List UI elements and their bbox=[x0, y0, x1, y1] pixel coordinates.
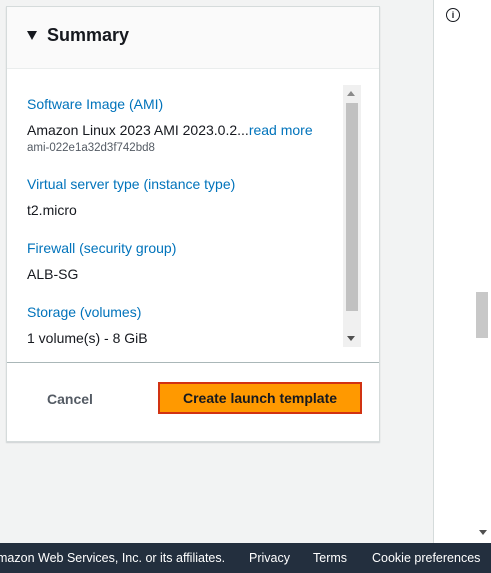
page-scrollbar[interactable] bbox=[475, 0, 491, 543]
instance-type-value: t2.micro bbox=[27, 202, 77, 218]
caret-down-icon[interactable] bbox=[27, 31, 37, 40]
ami-value: Amazon Linux 2023 AMI 2023.0.2...read mo… bbox=[27, 122, 313, 138]
instance-type-label[interactable]: Virtual server type (instance type) bbox=[27, 176, 235, 192]
storage-label[interactable]: Storage (volumes) bbox=[27, 304, 141, 320]
ami-name: Amazon Linux 2023 AMI 2023.0.2... bbox=[27, 122, 249, 138]
scroll-up-arrow-icon[interactable] bbox=[347, 91, 355, 96]
page-scrollbar-thumb[interactable] bbox=[476, 292, 488, 338]
ami-id: ami-022e1a32d3f742bd8 bbox=[27, 142, 155, 154]
ami-label[interactable]: Software Image (AMI) bbox=[27, 96, 163, 112]
scrollbar-thumb[interactable] bbox=[346, 103, 358, 311]
summary-panel: Summary Software Image (AMI) Amazon Linu… bbox=[6, 6, 380, 442]
summary-actions: Cancel Create launch template bbox=[7, 363, 379, 441]
security-group-value: ALB-SG bbox=[27, 266, 79, 282]
cancel-button[interactable]: Cancel bbox=[47, 391, 93, 407]
summary-scrollbar[interactable] bbox=[343, 85, 361, 347]
storage-value: 1 volume(s) - 8 GiB bbox=[27, 330, 148, 346]
security-group-label[interactable]: Firewall (security group) bbox=[27, 240, 176, 256]
info-icon[interactable]: i bbox=[446, 8, 460, 22]
privacy-link[interactable]: Privacy bbox=[249, 551, 290, 565]
panel-divider bbox=[433, 0, 434, 543]
footer-bar: mazon Web Services, Inc. or its affiliat… bbox=[0, 543, 491, 573]
create-launch-template-button[interactable]: Create launch template bbox=[158, 382, 362, 414]
summary-body: Software Image (AMI) Amazon Linux 2023 A… bbox=[7, 69, 379, 363]
cookie-preferences-link[interactable]: Cookie preferences bbox=[372, 551, 480, 565]
summary-header[interactable]: Summary bbox=[7, 7, 379, 69]
terms-link[interactable]: Terms bbox=[313, 551, 347, 565]
copyright-text: mazon Web Services, Inc. or its affiliat… bbox=[0, 551, 226, 565]
read-more-link[interactable]: read more bbox=[249, 122, 313, 138]
scroll-down-arrow-icon[interactable] bbox=[347, 336, 355, 341]
page-scroll-down-icon[interactable] bbox=[479, 530, 487, 535]
summary-title: Summary bbox=[47, 25, 130, 45]
